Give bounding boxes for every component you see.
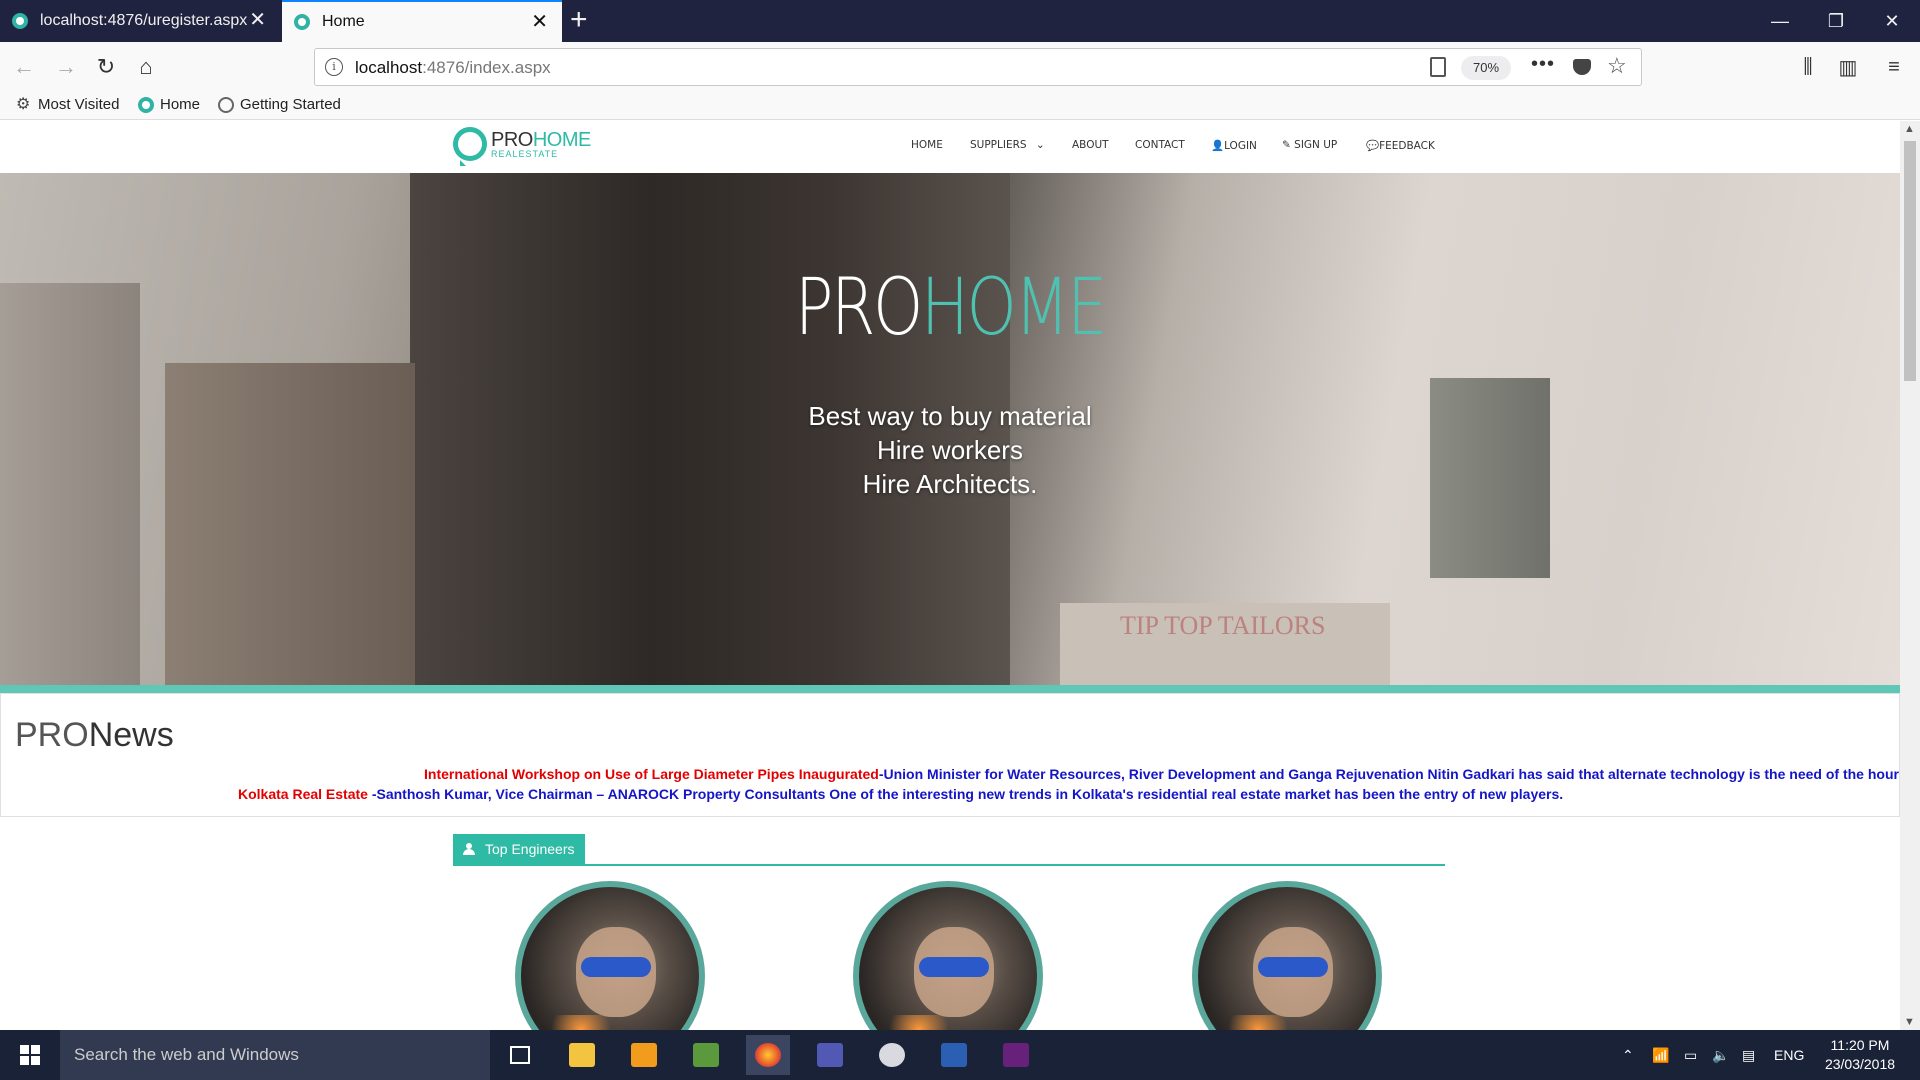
tab-title: Home [322,13,365,30]
battery-icon[interactable]: ▭ [1684,1030,1697,1080]
news-section: PRONews International Workshop on Use of… [0,693,1900,817]
engineer-avatar[interactable] [853,881,1043,1030]
engineer-avatar[interactable] [1192,881,1382,1030]
site-logo[interactable]: PROHOME REALESTATE [453,127,591,166]
hero-title: PROHOME [794,263,1108,353]
menu-signup[interactable]: ✎ SIGN UP [1282,139,1337,151]
site-favicon-icon [138,96,154,113]
browser-tab-bar: localhost:4876/uregister.aspx ✕ Home ✕ +… [0,0,1920,42]
users-icon [463,843,477,855]
sidebar-icon[interactable]: ▥ [1832,51,1864,83]
site-favicon-icon [294,14,310,30]
hero-tagline-3: Hire Architects. [862,469,1038,499]
page-scrollbar[interactable]: ▲ ▼ [1900,121,1920,1030]
url-text[interactable]: localhost:4876/index.aspx [355,58,551,78]
hero-tagline-2: Hire workers [877,435,1023,465]
back-button[interactable]: ← [8,51,40,83]
reader-view-icon[interactable] [1430,57,1446,77]
task-view-icon[interactable] [498,1035,542,1075]
scroll-up-icon[interactable]: ▲ [1904,123,1915,135]
page-actions-icon[interactable]: ••• [1531,53,1555,76]
bookmark-star-icon[interactable]: ☆ [1607,53,1627,79]
sign-text: TIP TOP TAILORS [1120,611,1326,640]
start-button[interactable] [0,1030,60,1080]
notifications-icon[interactable]: ▤ [1742,1030,1755,1080]
sublime-text-icon[interactable] [622,1035,666,1075]
bookmark-getting-started[interactable]: Getting Started [218,96,341,113]
menu-suppliers[interactable]: SUPPLIERS ⌄ [970,139,1045,151]
menu-home[interactable]: HOME [911,139,943,151]
edit-icon: ✎ [1282,139,1291,151]
taskbar-clock[interactable]: 11:20 PM 23/03/2018 [1810,1036,1910,1074]
language-indicator[interactable]: ENG [1774,1030,1804,1080]
library-icon[interactable]: ⫼ [1792,51,1824,83]
teams-app-icon[interactable] [808,1035,852,1075]
tab-title: localhost:4876/uregister.aspx [40,12,248,29]
hero-accent-stripe [0,685,1900,693]
close-window-button[interactable]: ✕ [1864,0,1920,42]
top-engineers-label: Top Engineers [453,834,585,864]
paint-app-icon[interactable] [870,1035,914,1075]
menu-about[interactable]: ABOUT [1072,139,1109,151]
logo-pin-icon [453,127,487,166]
hero-building [410,173,1010,693]
bookmark-most-visited[interactable]: ⚙ Most Visited [16,96,119,113]
menu-contact[interactable]: CONTACT [1135,139,1185,151]
comment-icon: 💬 [1366,140,1380,152]
engineer-avatar[interactable] [515,881,705,1030]
hero-banner: TIP TOP TAILORS PROHOME Best way to buy … [0,173,1900,693]
word-icon[interactable] [932,1035,976,1075]
show-hidden-icons[interactable]: ⌃ [1622,1030,1634,1080]
site-info-icon[interactable]: i [325,58,343,76]
network-icon[interactable]: 📶 [1652,1030,1669,1080]
new-tab-button[interactable]: + [570,4,588,36]
browser-nav-bar: ← → ↻ ⌂ i localhost:4876/index.aspx 70% … [0,42,1920,92]
home-button[interactable]: ⌂ [130,51,162,83]
tab-uregister[interactable]: localhost:4876/uregister.aspx ✕ [0,0,280,42]
top-engineers-header: Top Engineers [453,834,1445,866]
bookmarks-bar: ⚙ Most Visited Home Getting Started [0,92,1920,120]
bookmark-home[interactable]: Home [138,96,200,113]
windows-logo-icon [20,1045,40,1065]
taskbar-search[interactable]: Search the web and Windows [60,1030,490,1080]
gear-icon: ⚙ [16,95,31,113]
close-tab-icon[interactable]: ✕ [531,12,548,32]
news-item[interactable]: Kolkata Real Estate -Santhosh Kumar, Vic… [238,786,1563,802]
page-viewport: PROHOME REALESTATE HOME SUPPLIERS ⌄ ABOU… [0,121,1900,1030]
volume-icon[interactable]: 🔈 [1712,1030,1729,1080]
user-icon: 👤 [1211,140,1225,152]
minimize-button[interactable]: — [1752,0,1808,42]
menu-login[interactable]: 👤LOGIN [1211,139,1257,152]
visual-studio-icon[interactable] [994,1035,1038,1075]
file-explorer-icon[interactable] [560,1035,604,1075]
reload-button[interactable]: ↻ [90,51,122,83]
menu-feedback[interactable]: 💬FEEDBACK [1366,139,1435,152]
site-favicon-icon [12,13,28,29]
spreadsheet-app-icon[interactable] [684,1035,728,1075]
tab-home[interactable]: Home ✕ [282,0,562,42]
site-header: PROHOME REALESTATE HOME SUPPLIERS ⌄ ABOU… [0,121,1900,173]
scroll-down-icon[interactable]: ▼ [1904,1016,1915,1028]
zoom-indicator[interactable]: 70% [1461,56,1511,80]
chevron-down-icon: ⌄ [1035,139,1045,151]
close-tab-icon[interactable]: ✕ [249,10,266,30]
menu-icon[interactable]: ≡ [1878,51,1910,83]
globe-icon [218,96,234,113]
restore-button[interactable]: ❐ [1808,0,1864,42]
scrollbar-thumb[interactable] [1904,141,1916,381]
address-bar[interactable]: i localhost:4876/index.aspx 70% ••• ☆ [314,48,1642,86]
hero-building: TIP TOP TAILORS [1060,603,1390,693]
windows-taskbar: Search the web and Windows ⌃ 📶 ▭ 🔈 ▤ ENG… [0,1030,1920,1080]
news-title: PRONews [15,716,174,754]
pocket-icon[interactable] [1573,59,1591,75]
news-item[interactable]: International Workshop on Use of Large D… [424,766,1900,782]
firefox-icon[interactable] [746,1035,790,1075]
forward-button[interactable]: → [50,51,82,83]
hero-tagline-1: Best way to buy material [808,401,1092,431]
